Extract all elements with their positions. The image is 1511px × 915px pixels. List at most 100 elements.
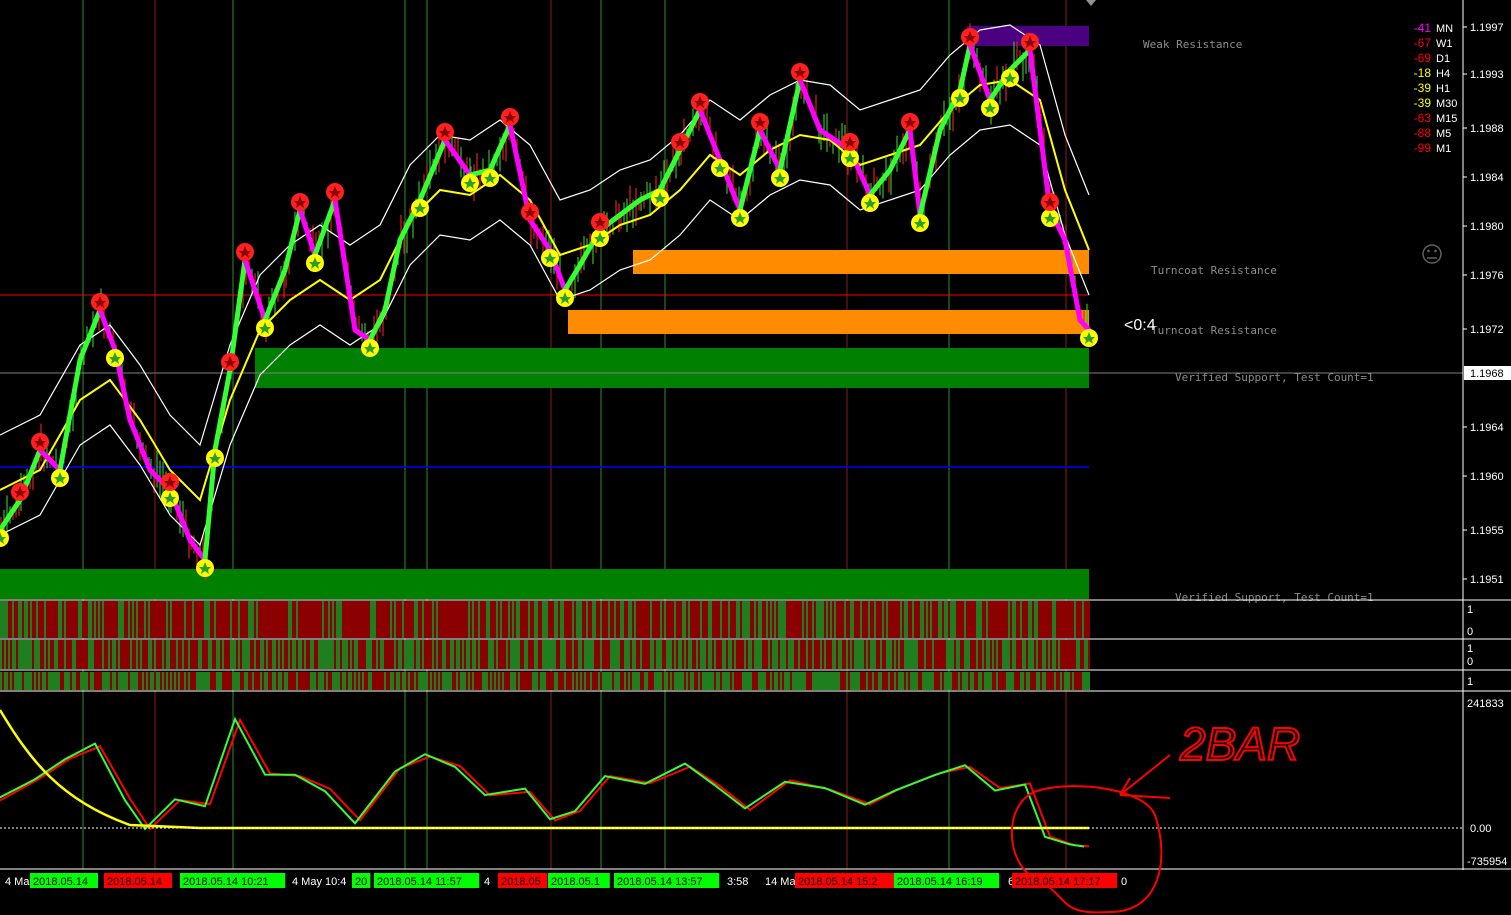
sell-star-marker: [91, 293, 109, 311]
svg-text:2018.05.14 17:17: 2018.05.14 17:17: [1015, 876, 1101, 888]
buy-star-marker: [841, 149, 859, 167]
svg-text:2018.05.14 15:2: 2018.05.14 15:2: [798, 876, 878, 888]
timeframe-name: M5: [1436, 128, 1451, 140]
svg-text:1.1968: 1.1968: [1470, 368, 1504, 380]
buy-star-marker: [731, 209, 749, 227]
oscillator-axis-top: 241833: [1467, 698, 1504, 710]
price-tick-label: 1.1972: [1470, 324, 1504, 336]
buy-star-marker: [481, 169, 499, 187]
sell-star-marker: [691, 93, 709, 111]
turncoat-resistance-zone-1: [633, 250, 1089, 274]
indicator-subpanel-2: [0, 640, 1090, 669]
timeframe-name: M1: [1436, 143, 1451, 155]
turncoat-resistance-label-1: Turncoat Resistance: [1151, 264, 1277, 277]
timeframe-name: D1: [1436, 53, 1450, 65]
sell-star-marker: [221, 353, 239, 371]
trading-chart[interactable]: Weak Resistance Turncoat Resistance Turn…: [0, 0, 1511, 915]
svg-text:14 Ma: 14 Ma: [765, 876, 796, 888]
timeframe-value: -99: [1414, 141, 1432, 155]
buy-star-marker: [861, 194, 879, 212]
verified-support-zone-2: [0, 569, 1089, 599]
buy-star-marker: [556, 289, 574, 307]
time-label: 4: [484, 876, 490, 888]
time-label: 2018.05.14 17:17: [1012, 873, 1118, 888]
buy-star-marker: [771, 169, 789, 187]
price-tick-label: 1.1988: [1470, 123, 1504, 135]
sell-star-marker: [671, 133, 689, 151]
sell-star-marker: [436, 123, 454, 141]
sell-star-marker: [326, 183, 344, 201]
svg-text:4 Ma: 4 Ma: [5, 876, 30, 888]
svg-text:2018.05.14 10:21: 2018.05.14 10:21: [183, 876, 269, 888]
time-label: 2018.05.14 13:57: [614, 873, 720, 888]
svg-text:4: 4: [484, 876, 490, 888]
verified-support-zone-1: [255, 348, 1089, 388]
weak-resistance-label: Weak Resistance: [1143, 38, 1242, 51]
buy-star-marker: [711, 159, 729, 177]
timeframe-value: -63: [1414, 111, 1432, 125]
timeframe-name: H4: [1436, 68, 1450, 80]
buy-star-marker: [981, 99, 999, 117]
buy-star-marker: [411, 199, 429, 217]
oscillator-axis-mid: 0.00: [1470, 823, 1491, 835]
turncoat-resistance-zone-2: [568, 310, 1089, 334]
timeframe-value: -39: [1414, 96, 1432, 110]
buy-star-marker: [1001, 69, 1019, 87]
time-label: 2018.05.1: [548, 873, 610, 888]
sell-star-marker: [1021, 33, 1039, 51]
time-label: 0: [1121, 876, 1127, 888]
price-tick-label: 1.1951: [1470, 574, 1504, 586]
price-tick-label: 1.1960: [1470, 471, 1504, 483]
svg-text:2018.05.14 11:57: 2018.05.14 11:57: [377, 876, 462, 888]
annotation-2bar-text: 2BAR: [1179, 718, 1300, 770]
timeframe-name: M30: [1436, 98, 1457, 110]
sell-star-marker: [11, 483, 29, 501]
sell-star-marker: [521, 203, 539, 221]
svg-text:2018.05.1: 2018.05.1: [551, 876, 600, 888]
svg-text:4 May 10:4: 4 May 10:4: [292, 876, 346, 888]
time-label: 3:58: [727, 876, 748, 888]
current-price-tag: 1.1968: [1464, 366, 1511, 380]
price-tick-label: 1.1984: [1470, 172, 1504, 184]
indicator-subpanel-3: [0, 672, 1090, 690]
svg-text:3:58: 3:58: [727, 876, 748, 888]
time-label: 2018.05.14: [30, 873, 98, 888]
price-tick-label: 1.1993: [1470, 69, 1504, 81]
time-label: 2018.05.14 10:21: [180, 873, 286, 888]
time-label: 20: [352, 873, 371, 888]
buy-star-marker: [461, 174, 479, 192]
subpanel2-axis-top: 1: [1467, 643, 1473, 655]
price-tick-label: 1.1997: [1470, 22, 1504, 34]
svg-text:2018.05: 2018.05: [501, 876, 541, 888]
sell-star-marker: [236, 243, 254, 261]
timeframe-value: -39: [1414, 81, 1432, 95]
sell-star-marker: [1041, 193, 1059, 211]
timeframe-value: -67: [1414, 36, 1432, 50]
buy-star-marker: [651, 189, 669, 207]
buy-star-marker: [1080, 329, 1098, 347]
sell-star-marker: [31, 433, 49, 451]
buy-star-marker: [911, 214, 929, 232]
sell-star-marker: [291, 193, 309, 211]
svg-text:2018.05.14 13:57: 2018.05.14 13:57: [617, 876, 703, 888]
verified-support-label-2: Verified Support, Test Count=1: [1175, 591, 1374, 604]
timeframe-name: H1: [1436, 83, 1450, 95]
price-tick-label: 1.1964: [1470, 422, 1504, 434]
sell-star-marker: [501, 108, 519, 126]
timeframe-name: M15: [1436, 113, 1457, 125]
buy-star-marker: [1041, 209, 1059, 227]
subpanel3-axis: 1: [1467, 676, 1473, 688]
buy-star-marker: [196, 559, 214, 577]
time-label: 2018.05.14 16:19: [894, 873, 1000, 888]
sell-star-marker: [901, 113, 919, 131]
subpanel1-axis-top: 1: [1467, 604, 1473, 616]
timeframe-value: -18: [1414, 66, 1432, 80]
time-label: 4 Ma: [5, 876, 30, 888]
buy-star-marker: [361, 339, 379, 357]
sell-star-marker: [841, 133, 859, 151]
bar-timer: <0:4: [1124, 317, 1156, 334]
timeframe-name: W1: [1436, 38, 1453, 50]
buy-star-marker: [256, 319, 274, 337]
buy-star-marker: [161, 489, 179, 507]
svg-text:2018.05.14: 2018.05.14: [107, 876, 162, 888]
